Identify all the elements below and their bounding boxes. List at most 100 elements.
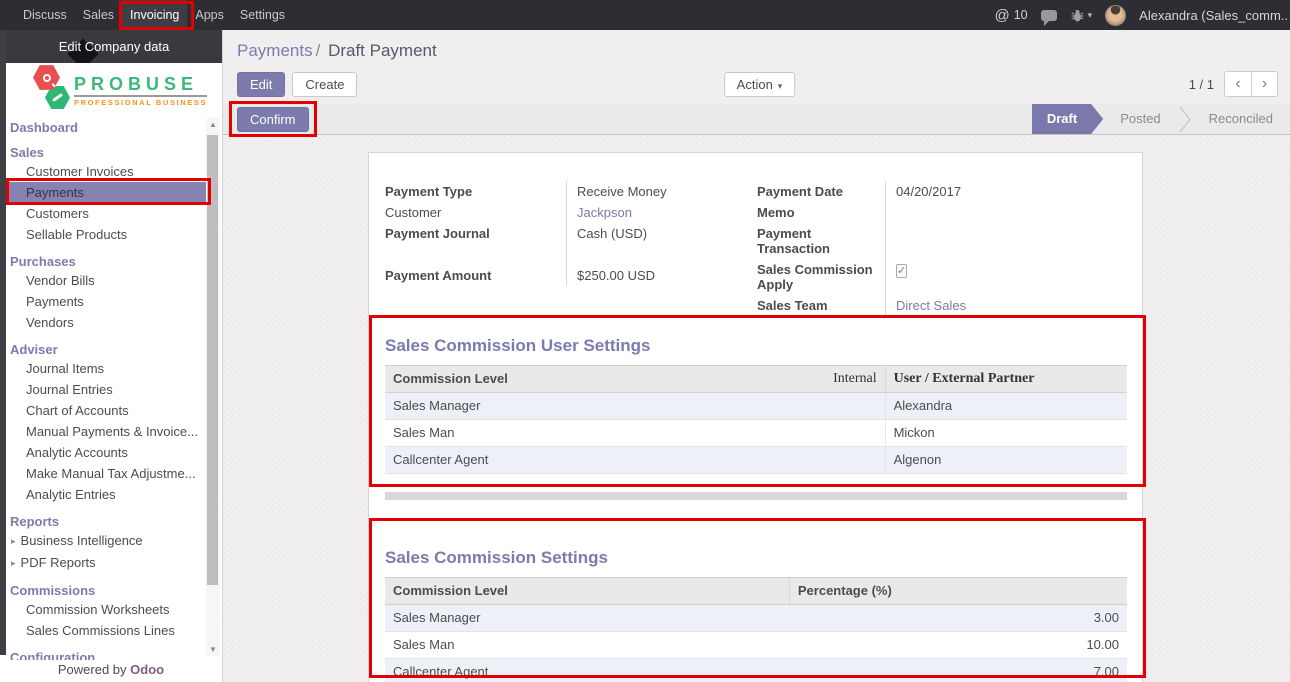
menu-invoicing[interactable]: Invoicing — [122, 0, 187, 30]
user-menu[interactable]: Alexandra (Sales_comm.. — [1139, 8, 1288, 23]
sidebar-item-customers[interactable]: Customers — [0, 203, 222, 224]
payment-transaction-label: Payment Transaction — [757, 223, 885, 259]
user-settings-section: Sales Commission User Settings Commissio… — [385, 336, 1127, 500]
user-avatar[interactable] — [1105, 5, 1126, 26]
table-row[interactable]: Sales Man Mickon — [385, 420, 1127, 447]
systray: @ 10 ▾ Alexandra (Sales_comm.. — [994, 0, 1290, 30]
customer-link[interactable]: Jackpson — [577, 205, 632, 220]
commission-settings-table: Commission Level Percentage (%) Sales Ma… — [385, 577, 1127, 682]
table-row[interactable]: Sales Man 10.00 — [385, 632, 1127, 659]
pager-next-button[interactable]: › — [1251, 71, 1278, 97]
payment-type-value: Receive Money — [566, 181, 757, 202]
sidebar-item-sales-commissions-lines[interactable]: Sales Commissions Lines — [0, 620, 222, 641]
top-menu-bar: Discuss Sales Invoicing Apps Settings @ … — [0, 0, 1290, 30]
mention-counter[interactable]: @ 10 — [994, 7, 1027, 24]
chevron-down-icon: ▾ — [778, 81, 783, 91]
sidebar-item-vendor-payments[interactable]: Payments — [0, 291, 222, 312]
sidebar-item-journal-entries[interactable]: Journal Entries — [0, 379, 222, 400]
odoo-brand[interactable]: Odoo — [130, 662, 164, 677]
sidebar-item-pdf-reports[interactable]: ▸PDF Reports — [0, 552, 222, 574]
table-row[interactable]: Callcenter Agent 7.00 — [385, 659, 1127, 682]
horizontal-scrollbar[interactable] — [385, 492, 1127, 500]
sidebar: Edit Company data PROBUSE PROFESSIONAL B… — [0, 30, 223, 682]
payment-transaction-value — [885, 223, 1127, 259]
sidebar-section-dashboard[interactable]: Dashboard — [0, 119, 222, 136]
scrollbar-thumb[interactable] — [207, 135, 218, 585]
debug-menu[interactable]: ▾ — [1070, 9, 1093, 22]
payment-journal-value: Cash (USD) — [566, 223, 757, 244]
payment-date-label: Payment Date — [757, 181, 885, 202]
customer-label: Customer — [385, 202, 566, 223]
column-header-user-external-partner[interactable]: User / External Partner — [885, 366, 1127, 393]
breadcrumb: Payments/ Draft Payment — [237, 41, 1282, 61]
sales-team-label: Sales Team — [757, 295, 885, 316]
sidebar-item-analytic-accounts[interactable]: Analytic Accounts — [0, 442, 222, 463]
sidebar-section-reports[interactable]: Reports — [0, 513, 222, 530]
table-row[interactable]: Callcenter Agent Algenon — [385, 447, 1127, 474]
expand-caret-icon: ▸ — [11, 558, 16, 568]
control-panel: Payments/ Draft Payment Edit Create Acti… — [223, 30, 1290, 104]
sidebar-edge-strip — [0, 30, 6, 655]
sidebar-item-vendors[interactable]: Vendors — [0, 312, 222, 333]
sidebar-item-sellable-products[interactable]: Sellable Products — [0, 224, 222, 245]
sales-commission-apply-checkbox[interactable]: ✓ — [896, 264, 907, 278]
scroll-down-icon[interactable]: ▼ — [206, 645, 220, 654]
sidebar-item-manual-payments-invoices[interactable]: Manual Payments & Invoice... — [0, 421, 222, 442]
sidebar-item-manual-tax-adjustment[interactable]: Make Manual Tax Adjustme... — [0, 463, 222, 484]
main-area: Payments/ Draft Payment Edit Create Acti… — [223, 30, 1290, 682]
sidebar-section-sales[interactable]: Sales — [0, 144, 222, 161]
status-widget: Draft Posted Reconciled — [1032, 104, 1290, 134]
memo-label: Memo — [757, 202, 885, 223]
action-dropdown-button[interactable]: Action▾ — [724, 72, 796, 97]
commission-settings-section: Sales Commission Settings Commission Lev… — [385, 548, 1127, 682]
menu-apps[interactable]: Apps — [187, 0, 232, 30]
menu-settings[interactable]: Settings — [232, 0, 293, 30]
sidebar-section-adviser[interactable]: Adviser — [0, 341, 222, 358]
sidebar-item-business-intelligence[interactable]: ▸Business Intelligence — [0, 530, 222, 552]
logo-title: PROBUSE — [74, 75, 207, 97]
sidebar-scrollbar[interactable]: ▲ ▼ — [206, 118, 220, 656]
edit-company-banner[interactable]: Edit Company data — [6, 30, 222, 63]
column-header-commission-level[interactable]: Commission Level Internal — [385, 366, 885, 393]
chevron-separator-icon — [1178, 105, 1192, 134]
status-draft[interactable]: Draft — [1032, 104, 1103, 134]
status-posted[interactable]: Posted — [1103, 104, 1177, 134]
form-statusbar: Confirm Draft Posted Reconciled — [223, 104, 1290, 135]
status-reconciled[interactable]: Reconciled — [1192, 104, 1290, 134]
breadcrumb-payments[interactable]: Payments — [237, 41, 313, 60]
sidebar-menu: Dashboard Sales Customer Invoices Paymen… — [0, 118, 222, 666]
sidebar-item-payments[interactable]: Payments — [6, 182, 209, 203]
form-group-right: Payment Date 04/20/2017 Memo Payment Tra… — [757, 181, 1127, 316]
payment-amount-label: Payment Amount — [385, 265, 566, 286]
menu-discuss[interactable]: Discuss — [15, 0, 75, 30]
pager-previous-button[interactable]: ‹ — [1224, 71, 1251, 97]
confirm-button[interactable]: Confirm — [237, 107, 309, 132]
sidebar-item-analytic-entries[interactable]: Analytic Entries — [0, 484, 222, 505]
pager-counter: 1 / 1 — [1189, 77, 1214, 92]
payment-form-sheet: Payment Type Receive Money Customer Jack… — [368, 152, 1143, 682]
sidebar-section-commissions[interactable]: Commissions — [0, 582, 222, 599]
edit-button[interactable]: Edit — [237, 72, 285, 97]
table-row[interactable]: Sales Manager 3.00 — [385, 605, 1127, 632]
logo-subtitle: PROFESSIONAL BUSINESS — [74, 99, 207, 107]
column-header-percentage[interactable]: Percentage (%) — [789, 578, 1127, 605]
sidebar-item-chart-of-accounts[interactable]: Chart of Accounts — [0, 400, 222, 421]
menu-sales[interactable]: Sales — [75, 0, 122, 30]
payment-type-label: Payment Type — [385, 181, 566, 202]
at-icon: @ — [994, 7, 1009, 24]
payment-date-value: 04/20/2017 — [885, 181, 1127, 202]
create-button[interactable]: Create — [292, 72, 357, 97]
column-header-commission-level[interactable]: Commission Level — [385, 578, 789, 605]
sidebar-item-commission-worksheets[interactable]: Commission Worksheets — [0, 599, 222, 620]
sidebar-item-customer-invoices[interactable]: Customer Invoices — [0, 161, 222, 182]
odoo-app-window: Discuss Sales Invoicing Apps Settings @ … — [0, 0, 1290, 682]
sidebar-item-journal-items[interactable]: Journal Items — [0, 358, 222, 379]
user-settings-title: Sales Commission User Settings — [385, 336, 1127, 356]
sidebar-item-vendor-bills[interactable]: Vendor Bills — [0, 270, 222, 291]
table-row[interactable]: Sales Manager Alexandra — [385, 393, 1127, 420]
messages-icon[interactable] — [1041, 10, 1057, 21]
mention-count: 10 — [1014, 8, 1028, 22]
sidebar-section-purchases[interactable]: Purchases — [0, 253, 222, 270]
scroll-up-icon[interactable]: ▲ — [206, 120, 220, 129]
sales-team-link[interactable]: Direct Sales — [896, 298, 966, 313]
